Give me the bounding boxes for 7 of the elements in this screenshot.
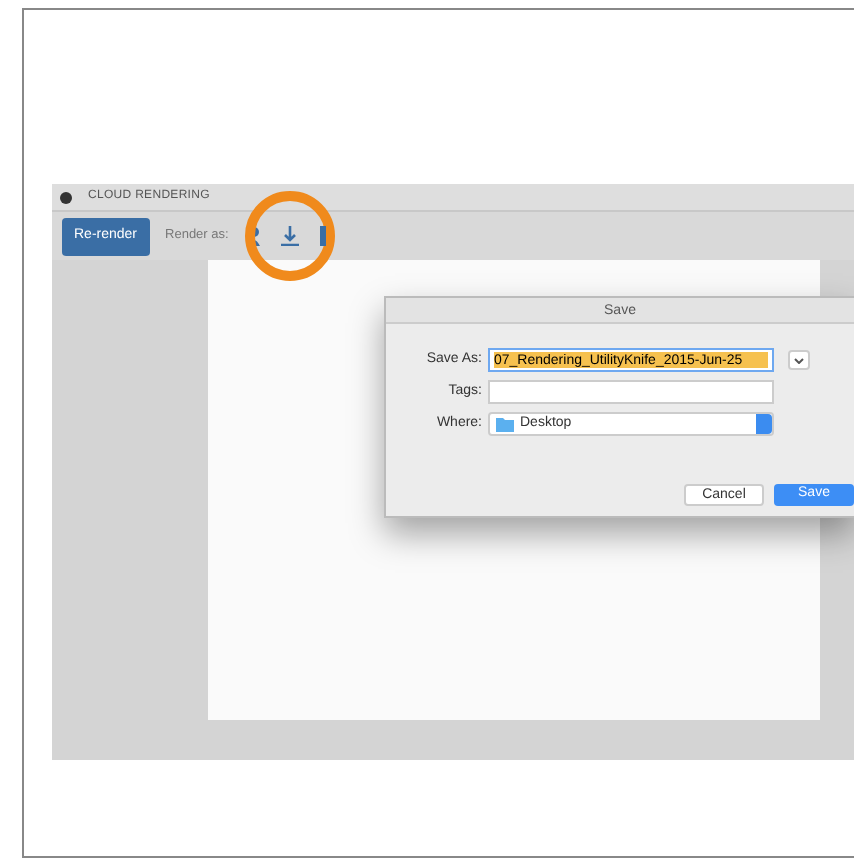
expand-button[interactable] xyxy=(788,350,810,370)
download-icon[interactable] xyxy=(280,226,301,246)
tags-field[interactable] xyxy=(488,380,774,404)
folder-icon xyxy=(496,417,514,431)
bar-icon[interactable] xyxy=(320,226,327,246)
window-dot-icon[interactable] xyxy=(60,191,72,203)
chevron-down-icon xyxy=(794,357,804,363)
